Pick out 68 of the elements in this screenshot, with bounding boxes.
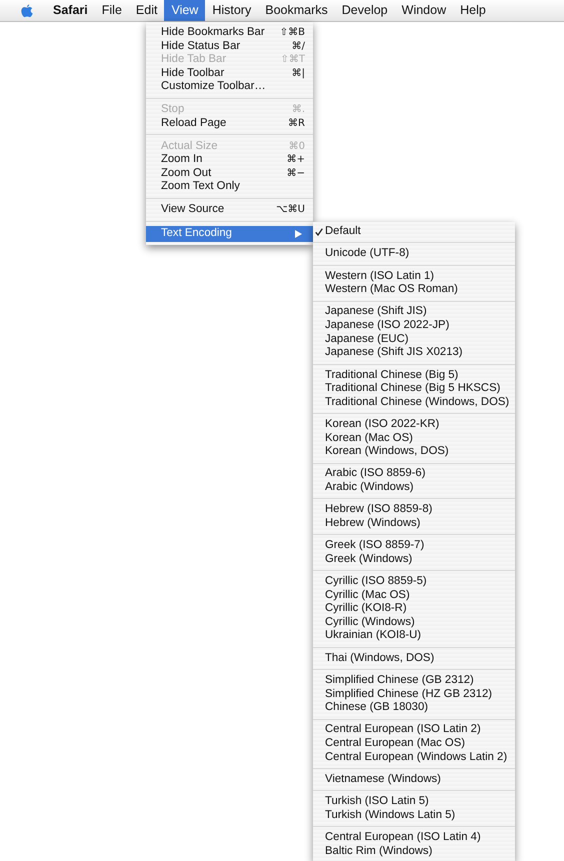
- menu-item[interactable]: Reload Page ⌘R: [146, 116, 313, 130]
- submenu-arrow-icon: [295, 230, 302, 238]
- menu-title[interactable]: Bookmarks: [258, 0, 335, 21]
- menu-item[interactable]: Central European (ISO Latin 2): [313, 723, 515, 738]
- menu-item[interactable]: Turkish (Windows Latin 5): [313, 808, 515, 822]
- menu-item[interactable]: Greek (ISO 8859-7): [313, 539, 515, 553]
- shortcut-label: ⌥⌘U: [276, 203, 305, 216]
- menu-item[interactable]: Ukrainian (KOI8-U): [313, 629, 515, 644]
- menu-item[interactable]: Japanese (Shift JIS X0213): [313, 346, 515, 360]
- menu-item[interactable]: View Source ⌥⌘U: [146, 203, 313, 216]
- menu-item[interactable]: Korean (Mac OS): [313, 432, 515, 446]
- menu-title[interactable]: Develop: [334, 0, 395, 21]
- shortcut-label: ⇧⌘T: [280, 53, 305, 66]
- menu-item[interactable]: Arabic (ISO 8859-6): [313, 467, 515, 482]
- menu-item[interactable]: Korean (Windows, DOS): [313, 445, 515, 459]
- menu-item[interactable]: Thai (Windows, DOS): [313, 652, 515, 666]
- menu-item[interactable]: Western (ISO Latin 1): [313, 270, 515, 284]
- shortcut-label: ⌘.: [292, 103, 305, 116]
- menu-item[interactable]: Cyrillic (KOI8-R): [313, 602, 515, 616]
- menu-item[interactable]: Simplified Chinese (GB 2312): [313, 674, 515, 688]
- shortcut-label: ⌘−: [286, 166, 305, 180]
- menu-item[interactable]: Traditional Chinese (Big 5 HKSCS): [313, 382, 515, 396]
- menu-item[interactable]: Cyrillic (Mac OS): [313, 588, 515, 602]
- menu-item[interactable]: Hebrew (Windows): [313, 516, 515, 530]
- menu-item[interactable]: Korean (ISO 2022-KR): [313, 418, 515, 432]
- shortcut-label: ⇧⌘B: [280, 26, 305, 40]
- menu-item[interactable]: Japanese (ISO 2022-JP): [313, 319, 515, 333]
- menu-item[interactable]: Vietnamese (Windows): [313, 772, 515, 787]
- menu-item[interactable]: Zoom Text Only: [146, 180, 313, 194]
- menu-item[interactable]: Traditional Chinese (Windows, DOS): [313, 396, 515, 410]
- menu-item[interactable]: Zoom In ⌘+: [146, 153, 313, 166]
- menu-item[interactable]: Hide Toolbar ⌘|: [146, 66, 313, 80]
- menu-item[interactable]: Turkish (ISO Latin 5): [313, 795, 515, 809]
- menu-title[interactable]: File: [94, 0, 129, 21]
- menu-item[interactable]: Greek (Windows): [313, 552, 515, 566]
- menu-item[interactable]: Hebrew (ISO 8859-8): [313, 503, 515, 517]
- shortcut-label: ⌘|: [292, 66, 305, 80]
- menu-title[interactable]: View: [164, 0, 206, 21]
- menu-item[interactable]: Simplified Chinese (HZ GB 2312): [313, 688, 515, 702]
- shortcut-label: ⌘0: [288, 140, 305, 153]
- app-menu[interactable]: Safari: [46, 0, 95, 21]
- menu-item[interactable]: Chinese (GB 18030): [313, 701, 515, 715]
- menu-item[interactable]: Central European (Mac OS): [313, 737, 515, 751]
- menu-item[interactable]: Baltic Rim (Windows): [313, 844, 515, 858]
- menu-item[interactable]: Unicode (UTF-8): [313, 247, 515, 261]
- shortcut-label: ⌘/: [292, 40, 305, 53]
- menu-item[interactable]: Arabic (Windows): [313, 481, 515, 495]
- menu-item[interactable]: Traditional Chinese (Big 5): [313, 368, 515, 382]
- shortcut-label: ⌘R: [288, 116, 305, 130]
- menu-item[interactable]: Western (Mac OS Roman): [313, 283, 515, 297]
- menu-title[interactable]: Help: [453, 0, 493, 21]
- menu-item[interactable]: Cyrillic (ISO 8859-5): [313, 575, 515, 589]
- menu-item[interactable]: Default: [313, 225, 515, 239]
- menu-item[interactable]: Japanese (EUC): [313, 332, 515, 346]
- menu-item[interactable]: Central European (Windows Latin 2): [313, 750, 515, 764]
- menu-item[interactable]: Hide Bookmarks Bar ⇧⌘B: [146, 26, 313, 40]
- menu-item[interactable]: Cyrillic (Windows): [313, 616, 515, 630]
- menu-item[interactable]: Japanese (Shift JIS): [313, 305, 515, 320]
- apple-icon[interactable]: [21, 4, 33, 18]
- menu-title[interactable]: History: [205, 0, 258, 21]
- shortcut-label: ⌘+: [286, 153, 305, 166]
- menu-item[interactable]: Text Encoding: [146, 226, 313, 242]
- menu-item[interactable]: Zoom Out ⌘−: [146, 166, 313, 180]
- menu-title[interactable]: Edit: [128, 0, 164, 21]
- menu-title[interactable]: Window: [394, 0, 454, 21]
- menu-item[interactable]: Hide Status Bar ⌘/: [146, 40, 313, 53]
- menu-item[interactable]: Customize Toolbar…: [146, 80, 313, 94]
- menu-item[interactable]: Central European (ISO Latin 4): [313, 831, 515, 845]
